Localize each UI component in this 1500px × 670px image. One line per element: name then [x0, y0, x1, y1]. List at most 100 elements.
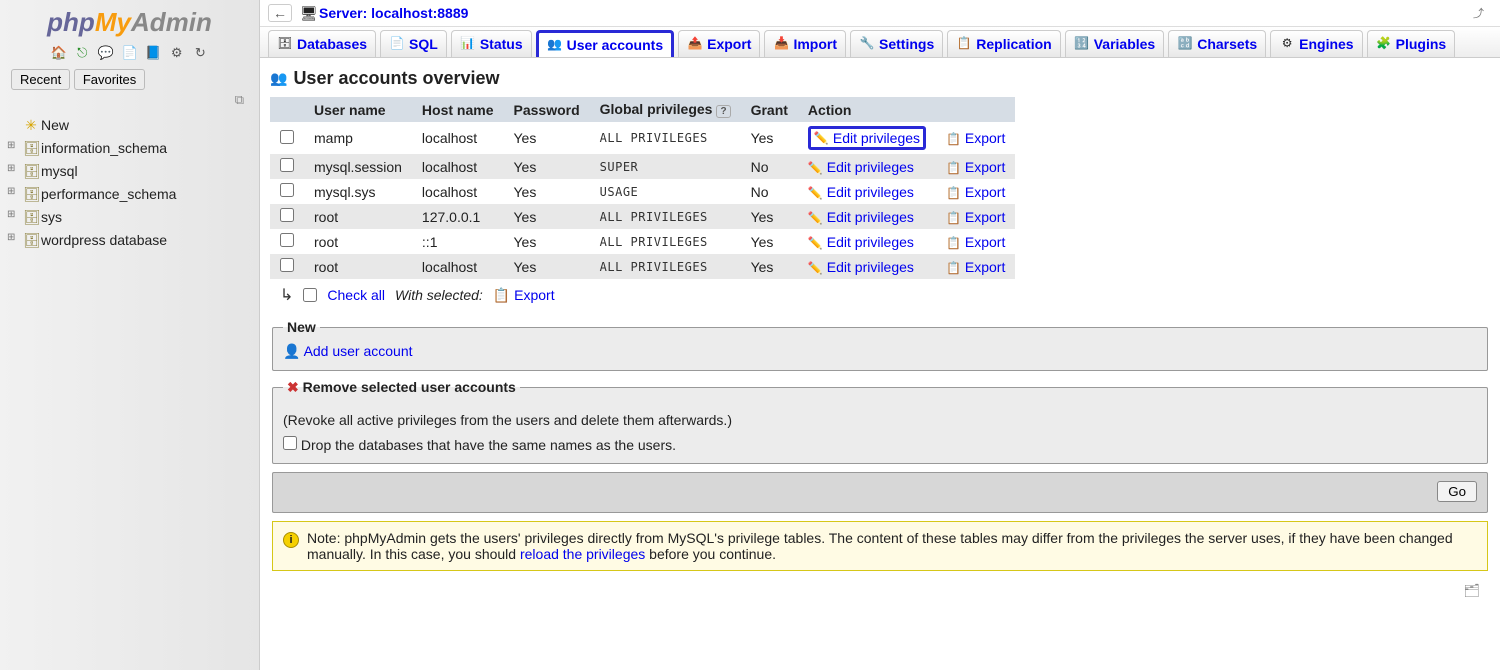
tab-status[interactable]: 📊Status — [451, 30, 532, 57]
tree-db[interactable]: 🗄performance_schema — [23, 183, 252, 206]
cell-host: localhost — [412, 154, 504, 179]
table-row: mysql.syslocalhostYesUSAGENo✏️ Edit priv… — [270, 179, 1015, 204]
cell-export: 📋 Export — [936, 229, 1015, 254]
row-checkbox[interactable] — [280, 183, 294, 197]
add-user-link[interactable]: 👤 Add user account — [283, 343, 413, 359]
reload-icon[interactable]: ↻ — [192, 45, 208, 61]
edit-privileges-link[interactable]: Edit privileges — [827, 259, 914, 275]
help-icon[interactable]: ? — [716, 105, 730, 118]
edit-privileges-link[interactable]: Edit privileges — [827, 184, 914, 200]
col-host: Host name — [412, 97, 504, 122]
tab-replication[interactable]: 📋Replication — [947, 30, 1060, 57]
export-link[interactable]: Export — [965, 259, 1005, 275]
cell-global: USAGE — [590, 179, 741, 204]
drop-db-checkbox[interactable] — [283, 436, 297, 450]
tab-icon: 📋 — [956, 36, 972, 52]
export-icon: 📋 — [946, 211, 961, 225]
export-link[interactable]: Export — [965, 159, 1005, 175]
col-global: Global privileges? — [590, 97, 741, 122]
cell-global: ALL PRIVILEGES — [590, 204, 741, 229]
tab-databases[interactable]: 🗄Databases — [268, 30, 376, 57]
tab-label: SQL — [409, 36, 438, 52]
tab-label: Charsets — [1197, 36, 1257, 52]
db-tree: ✳New 🗄information_schema 🗄mysql 🗄perform… — [3, 108, 256, 252]
tab-icon: 📊 — [460, 36, 476, 52]
tab-label: Export — [707, 36, 751, 52]
cell-grant: No — [741, 154, 798, 179]
remove-section: ✖ Remove selected user accounts (Revoke … — [272, 379, 1488, 464]
row-checkbox[interactable] — [280, 158, 294, 172]
bulk-export-link[interactable]: 📋 Export — [493, 287, 555, 304]
edit-privileges-link[interactable]: Edit privileges — [833, 130, 920, 146]
tab-import[interactable]: 📥Import — [764, 30, 846, 57]
logo[interactable]: phpMyAdmin — [3, 5, 256, 42]
query-icon[interactable]: 💬 — [98, 45, 114, 61]
export-link[interactable]: Export — [965, 184, 1005, 200]
cell-user: mysql.sys — [304, 179, 412, 204]
tab-engines[interactable]: ⚙Engines — [1270, 30, 1362, 57]
tab-label: Engines — [1299, 36, 1353, 52]
row-checkbox[interactable] — [280, 130, 294, 144]
export-icon: 📋 — [946, 186, 961, 200]
edit-privileges-link[interactable]: Edit privileges — [827, 209, 914, 225]
tab-label: Settings — [879, 36, 934, 52]
home-icon[interactable]: 🏠 — [51, 45, 67, 61]
tab-settings[interactable]: 🔧Settings — [850, 30, 943, 57]
cell-user: root — [304, 204, 412, 229]
tab-sql[interactable]: 📄SQL — [380, 30, 447, 57]
table-row: mysql.sessionlocalhostYesSUPERNo✏️ Edit … — [270, 154, 1015, 179]
row-checkbox[interactable] — [280, 258, 294, 272]
export-link[interactable]: Export — [965, 209, 1005, 225]
col-checkbox — [270, 97, 304, 122]
cell-password: Yes — [504, 204, 590, 229]
cell-user: root — [304, 229, 412, 254]
tree-db[interactable]: 🗄wordpress database — [23, 229, 252, 252]
favorites-button[interactable]: Favorites — [74, 69, 145, 90]
export-link[interactable]: Export — [965, 234, 1005, 250]
footer-bookmark-icon[interactable]: 🗂 — [270, 579, 1490, 603]
go-button[interactable]: Go — [1437, 481, 1477, 502]
server-link[interactable]: Server: localhost:8889 — [319, 5, 468, 21]
cell-user: root — [304, 254, 412, 279]
table-row: root::1YesALL PRIVILEGESYes✏️ Edit privi… — [270, 229, 1015, 254]
cell-edit: ✏️ Edit privileges — [798, 204, 936, 229]
reload-privileges-link[interactable]: reload the privileges — [520, 546, 645, 562]
edit-privileges-link[interactable]: Edit privileges — [827, 234, 914, 250]
cell-password: Yes — [504, 179, 590, 204]
tree-db[interactable]: 🗄mysql — [23, 160, 252, 183]
edit-privileges-link[interactable]: Edit privileges — [827, 159, 914, 175]
topbar: ← 🖥 Server: localhost:8889 ⤴ — [260, 0, 1500, 27]
tab-icon: 🔡 — [1177, 36, 1193, 52]
sql-icon[interactable]: 📄 — [122, 45, 138, 61]
tab-export[interactable]: 📤Export — [678, 30, 760, 57]
tab-icon: ⚙ — [1279, 36, 1295, 52]
check-all-link[interactable]: Check all — [327, 287, 385, 303]
cell-host: localhost — [412, 122, 504, 154]
cell-grant: Yes — [741, 204, 798, 229]
check-all-checkbox[interactable] — [303, 288, 317, 302]
edit-icon: ✏️ — [808, 211, 823, 225]
tab-user-accounts[interactable]: 👥User accounts — [536, 30, 674, 57]
cell-password: Yes — [504, 254, 590, 279]
tree-db[interactable]: 🗄information_schema — [23, 137, 252, 160]
tree-new[interactable]: ✳New — [23, 114, 252, 137]
tab-label: Import — [793, 36, 837, 52]
row-checkbox[interactable] — [280, 233, 294, 247]
edit-icon: ✏️ — [808, 261, 823, 275]
cell-global: ALL PRIVILEGES — [590, 229, 741, 254]
database-icon: 🗄 — [23, 140, 39, 157]
back-button[interactable]: ← — [268, 4, 292, 22]
tab-plugins[interactable]: 🧩Plugins — [1367, 30, 1456, 57]
tab-variables[interactable]: 🔢Variables — [1065, 30, 1165, 57]
docs-icon[interactable]: 📘 — [145, 45, 161, 61]
tree-db[interactable]: 🗄sys — [23, 206, 252, 229]
tab-charsets[interactable]: 🔡Charsets — [1168, 30, 1266, 57]
exit-icon[interactable]: ⎋ — [74, 45, 90, 61]
export-icon: 📋 — [946, 261, 961, 275]
collapse-icon[interactable]: ⤴ — [1473, 5, 1492, 21]
export-link[interactable]: Export — [965, 130, 1005, 146]
row-checkbox[interactable] — [280, 208, 294, 222]
gear-icon[interactable]: ⚙ — [169, 45, 185, 61]
recent-button[interactable]: Recent — [11, 69, 70, 90]
link-icon[interactable]: ⧉ — [3, 92, 256, 108]
